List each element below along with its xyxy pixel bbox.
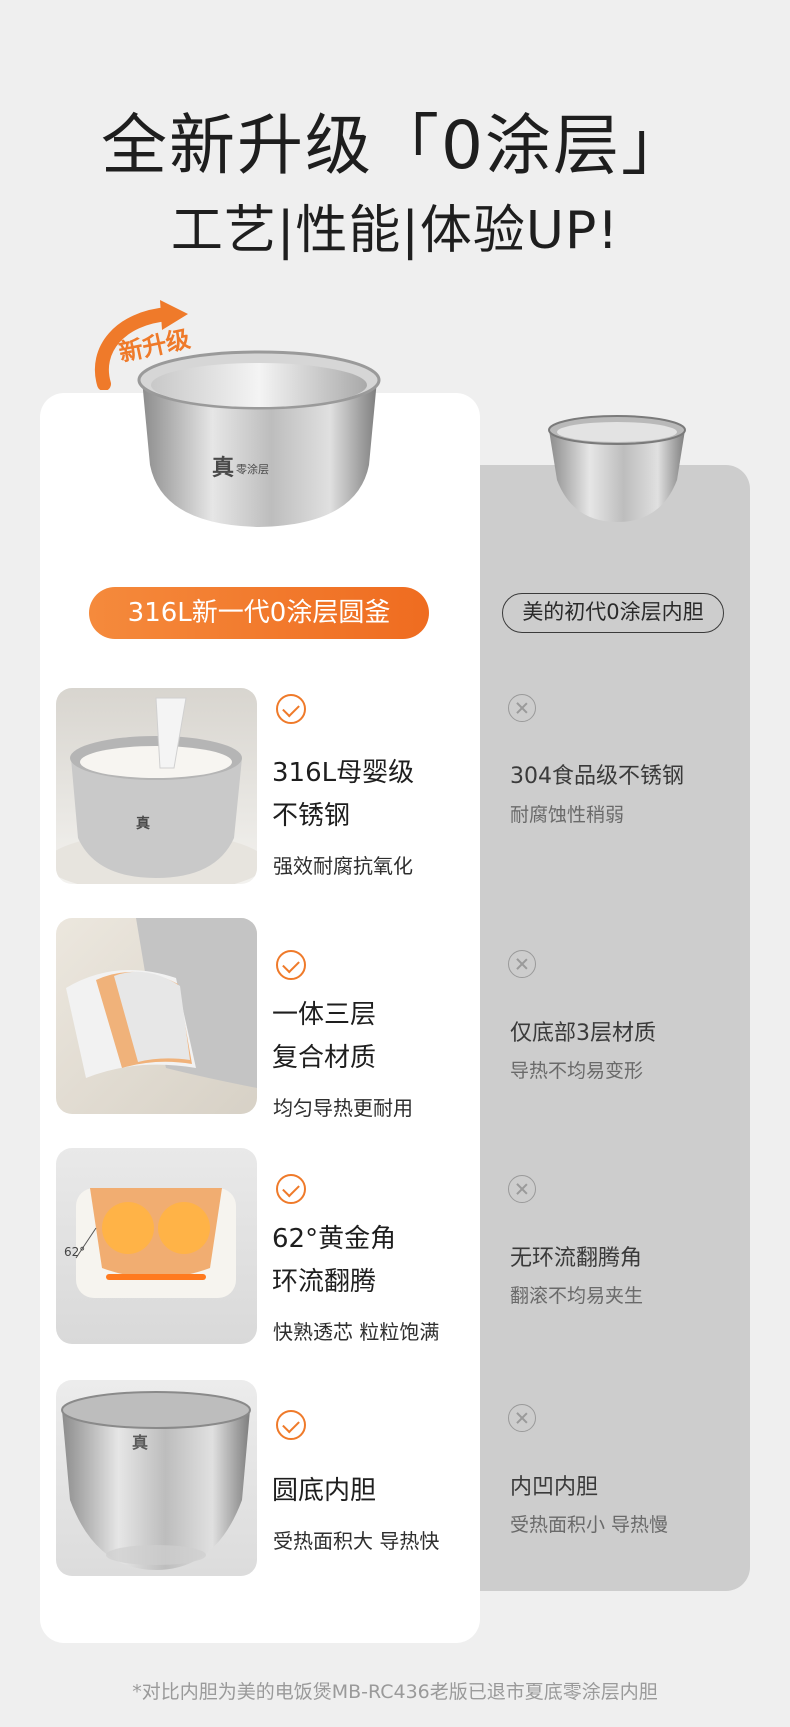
old-feature-desc: 翻滚不均易夹生 bbox=[510, 1285, 644, 1307]
feature-title: 圆底内胆 bbox=[272, 1476, 377, 1506]
check-icon bbox=[276, 1174, 306, 1204]
angle-label: 62° bbox=[64, 1245, 85, 1259]
feature-desc: 快熟透芯 粒粒饱满 bbox=[273, 1320, 440, 1344]
svg-text:真: 真 bbox=[136, 815, 150, 832]
new-product-label: 316L新一代0涂层圆釜 bbox=[89, 587, 429, 639]
inner-pot-image: 真 零涂层 bbox=[137, 350, 381, 527]
page-title: 全新升级「0涂层」 bbox=[101, 107, 689, 184]
cross-icon bbox=[508, 950, 536, 978]
old-product-label: 美的初代0涂层内胆 bbox=[502, 593, 724, 633]
old-inner-pot-image bbox=[548, 415, 686, 522]
old-feature-desc: 导热不均易变形 bbox=[510, 1060, 644, 1082]
pot-logo: 真 bbox=[212, 455, 234, 481]
pot-logo-sub: 零涂层 bbox=[236, 462, 269, 476]
feature-title: 一体三层 复合材质 bbox=[272, 1000, 377, 1073]
old-feature-title: 内凹内胆 bbox=[510, 1475, 599, 1500]
check-icon bbox=[276, 1410, 306, 1440]
feature-desc: 受热面积大 导热快 bbox=[273, 1529, 440, 1553]
feature-title: 316L母婴级 不锈钢 bbox=[272, 758, 415, 831]
feature-desc: 强效耐腐抗氧化 bbox=[273, 854, 413, 878]
cross-icon bbox=[508, 1175, 536, 1203]
rice-pot-photo: 真 bbox=[56, 688, 257, 884]
svg-text:真: 真 bbox=[132, 1433, 148, 1452]
check-icon bbox=[276, 694, 306, 724]
cross-icon bbox=[508, 694, 536, 722]
check-icon bbox=[276, 950, 306, 980]
footnote: *对比内胆为美的电饭煲MB-RC436老版已退市夏底零涂层内胆 bbox=[132, 1681, 658, 1703]
old-feature-title: 304食品级不锈钢 bbox=[510, 764, 684, 789]
page-subtitle: 工艺|性能|体验UP! bbox=[170, 201, 620, 261]
old-feature-title: 无环流翻腾角 bbox=[510, 1246, 643, 1271]
old-feature-desc: 受热面积小 导热慢 bbox=[510, 1514, 669, 1536]
feature-title: 62°黄金角 环流翻腾 bbox=[272, 1224, 397, 1297]
cross-icon bbox=[508, 1404, 536, 1432]
boiling-cooker-photo: 62° bbox=[56, 1148, 257, 1344]
layer-cutaway-photo bbox=[56, 918, 257, 1114]
old-feature-title: 仅底部3层材质 bbox=[510, 1021, 656, 1046]
round-bottom-pot-photo: 真 bbox=[56, 1380, 257, 1576]
feature-desc: 均匀导热更耐用 bbox=[273, 1096, 413, 1120]
old-feature-desc: 耐腐蚀性稍弱 bbox=[510, 804, 625, 826]
